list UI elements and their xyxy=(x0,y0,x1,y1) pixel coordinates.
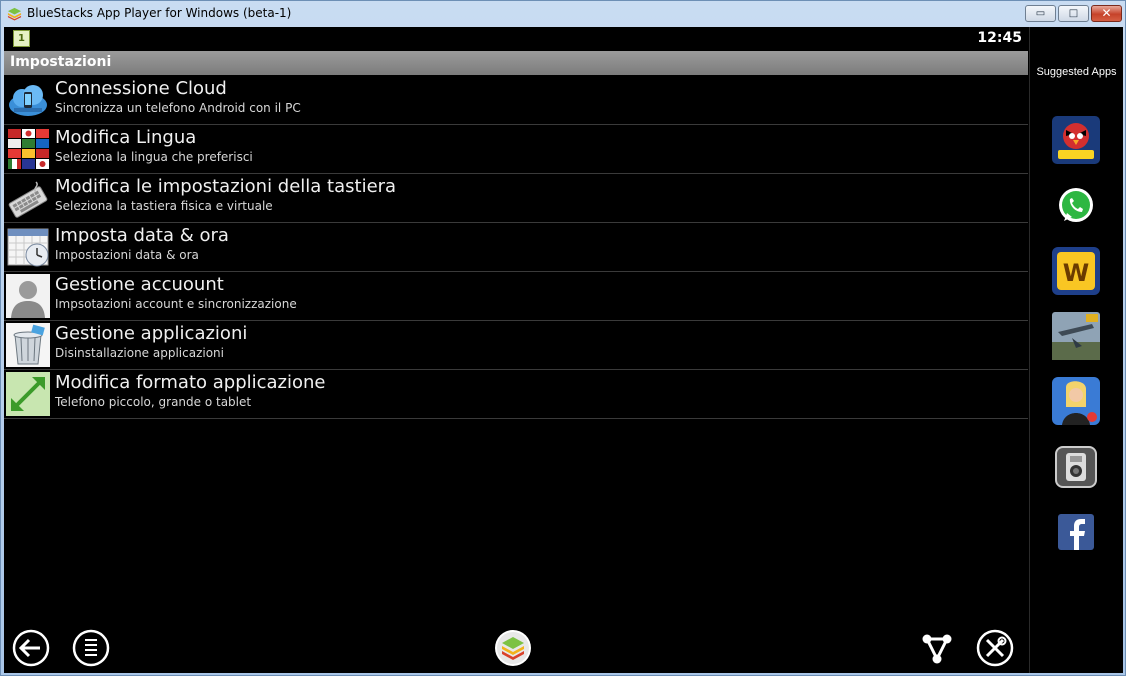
setting-subtitle: Seleziona la tastiera fisica e virtuale xyxy=(55,199,273,213)
setting-subtitle: Seleziona la lingua che preferisci xyxy=(55,150,253,164)
angry-birds-space-icon[interactable] xyxy=(1052,116,1100,164)
setting-title: Connessione Cloud xyxy=(55,78,227,99)
android-screen: 1 12:45 Impostazioni Connessione Cloud S… xyxy=(4,27,1123,673)
fashion-game-icon[interactable] xyxy=(1052,377,1100,425)
setting-subtitle: Sincronizza un telefono Android con il P… xyxy=(55,101,301,115)
resize-icon xyxy=(6,372,50,416)
minimize-button[interactable]: ▭ xyxy=(1025,5,1056,22)
words-with-friends-icon[interactable]: W xyxy=(1052,247,1100,295)
close-button[interactable]: ✕ xyxy=(1091,5,1122,22)
title-bar[interactable]: BlueStacks App Player for Windows (beta-… xyxy=(1,1,1125,27)
setting-title: Imposta data & ora xyxy=(55,225,229,246)
suggested-apps-sidebar: Suggested Apps W xyxy=(1029,27,1123,673)
facebook-icon[interactable] xyxy=(1052,508,1100,556)
app-window: BlueStacks App Player for Windows (beta-… xyxy=(0,0,1126,676)
status-bar: 1 12:45 xyxy=(4,27,1028,51)
cloud-icon xyxy=(9,85,47,116)
bottom-navigation-bar xyxy=(4,617,1028,673)
trash-icon xyxy=(6,323,50,367)
camera-app-icon[interactable] xyxy=(1052,443,1100,491)
notification-badge-icon[interactable]: 1 xyxy=(13,30,30,47)
setting-cloud-connection[interactable]: Connessione Cloud Sincronizza un telefon… xyxy=(4,76,1028,125)
maximize-icon: □ xyxy=(1068,8,1079,19)
settings-header: Impostazioni xyxy=(4,51,1028,75)
keyboard-icon xyxy=(8,181,48,218)
minimize-icon: ▭ xyxy=(1035,8,1046,19)
setting-subtitle: Disinstallazione applicazioni xyxy=(55,346,224,360)
window-title: BlueStacks App Player for Windows (beta-… xyxy=(27,6,292,20)
maximize-button[interactable]: □ xyxy=(1058,5,1089,22)
whatsapp-icon[interactable] xyxy=(1052,182,1100,230)
flags-icon xyxy=(8,129,49,169)
settings-list: Connessione Cloud Sincronizza un telefon… xyxy=(4,76,1028,419)
bluestacks-home-icon[interactable] xyxy=(494,629,532,667)
setting-subtitle: Impostazioni data & ora xyxy=(55,248,199,262)
page-title: Impostazioni xyxy=(10,54,112,70)
user-icon xyxy=(6,274,50,318)
setting-keyboard[interactable]: Modifica le impostazioni della tastiera … xyxy=(4,174,1028,223)
setting-title: Modifica le impostazioni della tastiera xyxy=(55,176,397,197)
setting-date-time[interactable]: Imposta data & ora Impostazioni data & o… xyxy=(4,223,1028,272)
setting-title: Gestione accuount xyxy=(55,274,224,295)
war-game-icon[interactable] xyxy=(1052,312,1100,360)
setting-subtitle: Impsotazioni account e sincronizzazione xyxy=(55,297,297,311)
setting-language[interactable]: Modifica Lingua Seleziona la lingua che … xyxy=(4,125,1028,174)
back-icon[interactable] xyxy=(12,629,50,667)
setting-applications[interactable]: Gestione applicazioni Disinstallazione a… xyxy=(4,321,1028,370)
close-icon: ✕ xyxy=(1101,6,1112,20)
svg-text:W: W xyxy=(1063,259,1089,287)
settings-tools-icon[interactable] xyxy=(976,629,1014,667)
clock: 12:45 xyxy=(977,30,1022,46)
suggested-apps-label: Suggested Apps xyxy=(1036,66,1117,78)
menu-icon[interactable] xyxy=(72,629,110,667)
setting-app-format[interactable]: Modifica formato applicazione Telefono p… xyxy=(4,370,1028,419)
setting-subtitle: Telefono piccolo, grande o tablet xyxy=(55,395,252,409)
bluestacks-logo-icon xyxy=(7,7,22,21)
calendar-clock-icon xyxy=(7,228,49,267)
setting-title: Gestione applicazioni xyxy=(55,323,248,344)
setting-title: Modifica formato applicazione xyxy=(55,372,326,393)
share-icon[interactable] xyxy=(918,629,956,667)
setting-title: Modifica Lingua xyxy=(55,127,197,148)
setting-account[interactable]: Gestione accuount Impsotazioni account e… xyxy=(4,272,1028,321)
